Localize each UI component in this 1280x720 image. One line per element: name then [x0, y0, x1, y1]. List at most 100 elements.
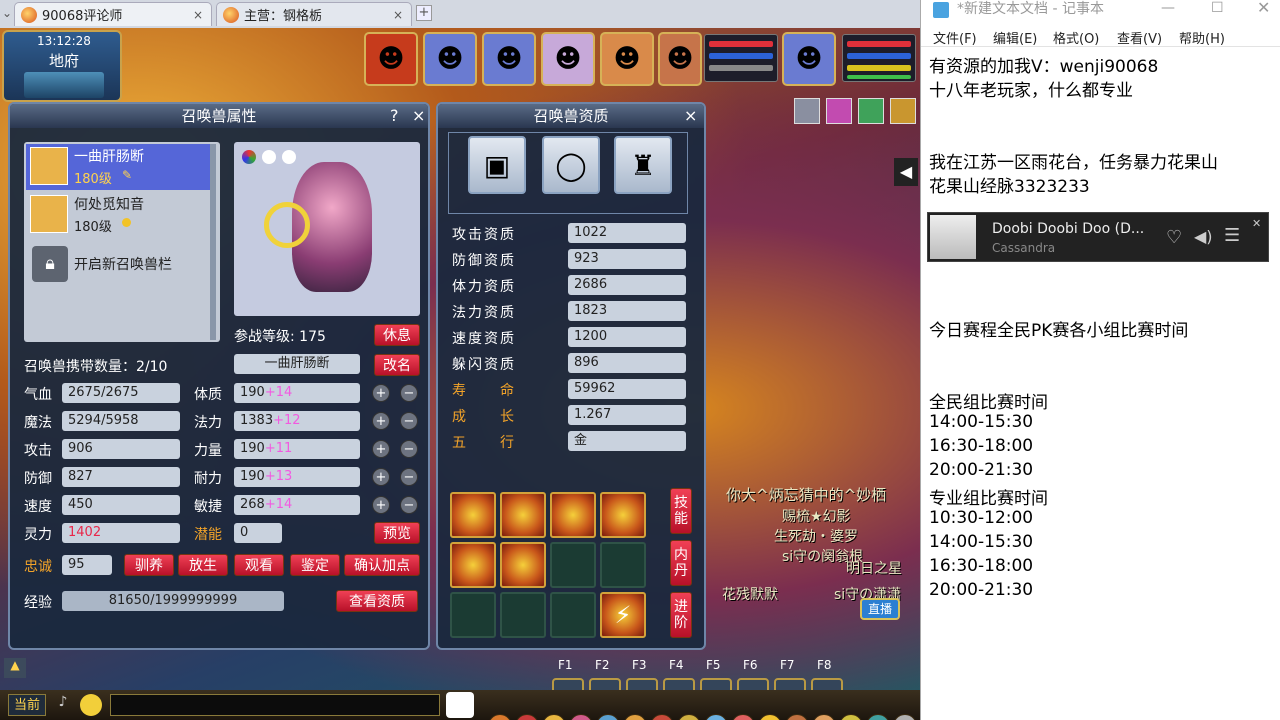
skill-slot[interactable] [450, 492, 496, 538]
minus-button[interactable]: − [400, 468, 418, 486]
scrollbar[interactable] [210, 144, 216, 340]
skills-tab-button[interactable]: 技能 [670, 488, 692, 534]
tame-button[interactable]: 驯养 [124, 554, 174, 576]
minus-button[interactable]: − [400, 440, 418, 458]
plus-button[interactable]: + [372, 384, 390, 402]
skill-slot-empty[interactable] [550, 592, 596, 638]
character-icon: ☻ [377, 44, 405, 74]
rest-button[interactable]: 休息 [374, 324, 420, 346]
watch-button[interactable]: 观看 [234, 554, 284, 576]
chat-channel-button[interactable]: 当前 [8, 694, 46, 716]
skill-slot[interactable] [600, 492, 646, 538]
tab-list-arrow-icon[interactable]: ⌄ [2, 6, 12, 20]
confirm-points-button[interactable]: 确认加点 [344, 554, 420, 576]
pet-shortcut-icon[interactable] [446, 692, 474, 718]
minimap[interactable] [24, 72, 104, 98]
microphone-icon[interactable]: ♪ [52, 694, 74, 716]
action-icon[interactable] [282, 150, 296, 164]
expand-up-icon[interactable]: ▲ [4, 658, 26, 678]
preview-button[interactable]: 预览 [374, 522, 420, 544]
team-portrait-1[interactable]: ☻ [364, 32, 418, 86]
skill-slot[interactable] [500, 492, 546, 538]
rename-button[interactable]: 改名 [374, 354, 420, 376]
team-portrait-4[interactable]: ☻ [541, 32, 595, 86]
appraise-button[interactable]: 鉴定 [290, 554, 340, 576]
plus-button[interactable]: + [372, 412, 390, 430]
close-icon[interactable]: × [412, 106, 425, 125]
minus-button[interactable]: − [400, 412, 418, 430]
close-icon[interactable]: ✕ [1257, 0, 1270, 17]
pet-model-preview[interactable] [234, 142, 420, 316]
pet-portrait[interactable]: ☻ [658, 32, 702, 86]
playlist-icon[interactable]: ☰ [1224, 225, 1240, 246]
menu-edit[interactable]: 编辑(E) [993, 28, 1037, 47]
skill-slot[interactable] [550, 492, 596, 538]
plus-button[interactable]: + [372, 468, 390, 486]
minimize-icon[interactable]: — [1161, 0, 1175, 16]
skill-slot-empty[interactable] [450, 592, 496, 638]
game-viewport[interactable]: 13:12:28 地府 ☻ ☻ ☻ ☻ ☻ ☻ ☻ ◀ 你大^炳忘猜中的^妙栖 [0, 28, 920, 720]
unlock-slot[interactable]: 🔒︎ 开启新召唤兽栏 [26, 242, 210, 288]
player-name-label[interactable]: 花残默默 [722, 584, 778, 604]
close-icon[interactable]: × [393, 8, 403, 22]
buff-icon[interactable] [890, 98, 916, 124]
tab-90068[interactable]: 90068评论师 × [14, 2, 212, 26]
pet-list-item[interactable]: 一曲肝肠断 180级 ✎ [26, 144, 210, 190]
lightning-skill-icon[interactable]: ⚡ [600, 592, 646, 638]
player-name-label[interactable]: 你大^炳忘猜中的^妙栖 [726, 484, 886, 505]
menu-file[interactable]: 文件(F) [933, 28, 977, 47]
skill-slot[interactable] [500, 542, 546, 588]
skill-slot-empty[interactable] [550, 542, 596, 588]
aptitude-value: 2686 [568, 275, 686, 295]
skill-slot[interactable] [450, 542, 496, 588]
chat-input[interactable] [110, 694, 440, 716]
menu-view[interactable]: 查看(V) [1117, 28, 1162, 47]
emoji-icon[interactable] [80, 694, 102, 716]
minus-button[interactable]: − [400, 384, 418, 402]
buff-icon[interactable] [858, 98, 884, 124]
team-portrait-3[interactable]: ☻ [482, 32, 536, 86]
player-portrait[interactable]: ☻ [782, 32, 836, 86]
player-name-label[interactable]: 生死劫・婆罗 [774, 526, 858, 546]
close-icon[interactable]: × [193, 8, 203, 22]
player-name-label[interactable]: 明日之星 [846, 558, 902, 578]
close-icon[interactable]: × [684, 106, 697, 125]
edit-icon[interactable]: ✎ [122, 168, 132, 182]
music-player[interactable]: Doobi Doobi Doo (D... Cassandra ♡ ◀) ☰ ✕ [927, 212, 1269, 262]
minimap-clock[interactable]: 13:12:28 地府 [2, 30, 122, 102]
equipment-slot[interactable]: ♜ [614, 136, 672, 194]
hotkey-label: F2 [595, 658, 610, 672]
help-icon[interactable]: ? [390, 106, 399, 125]
inner-core-tab-button[interactable]: 内丹 [670, 540, 692, 586]
pet-name-field[interactable]: 一曲肝肠断 [234, 354, 360, 374]
heart-icon[interactable]: ♡ [1166, 227, 1182, 248]
plus-button[interactable]: + [372, 496, 390, 514]
live-badge[interactable]: 直播 [860, 598, 900, 620]
team-portrait-5[interactable]: ☻ [600, 32, 654, 86]
volume-icon[interactable]: ◀) [1194, 227, 1213, 246]
rotate-icon[interactable] [262, 150, 276, 164]
view-aptitude-button[interactable]: 查看资质 [336, 590, 418, 612]
skill-slot-empty[interactable] [500, 592, 546, 638]
player-name-label[interactable]: 赐梳★幻影 [782, 506, 851, 526]
buff-icon[interactable] [794, 98, 820, 124]
equipment-slot[interactable]: ◯ [542, 136, 600, 194]
pet-list-item[interactable]: 何处觅知音 180级 [26, 192, 210, 238]
maximize-icon[interactable]: ☐ [1211, 0, 1224, 16]
tab-main[interactable]: 主营：钢格栃 × [216, 2, 412, 26]
minus-button[interactable]: − [400, 496, 418, 514]
close-icon[interactable]: ✕ [1252, 217, 1261, 230]
color-icon[interactable] [242, 150, 256, 164]
plus-button[interactable]: + [372, 440, 390, 458]
new-tab-button[interactable]: + [416, 5, 432, 21]
advance-tab-button[interactable]: 进阶 [670, 592, 692, 638]
menu-format[interactable]: 格式(O) [1053, 28, 1099, 47]
equipment-slot[interactable]: ▣ [468, 136, 526, 194]
skill-slot-empty[interactable] [600, 542, 646, 588]
team-portrait-2[interactable]: ☻ [423, 32, 477, 86]
buff-icon[interactable] [826, 98, 852, 124]
collapse-arrow-icon[interactable]: ◀ [894, 158, 918, 186]
release-button[interactable]: 放生 [178, 554, 228, 576]
menu-help[interactable]: 帮助(H) [1179, 28, 1225, 47]
pet-level: 180级 [74, 172, 112, 187]
